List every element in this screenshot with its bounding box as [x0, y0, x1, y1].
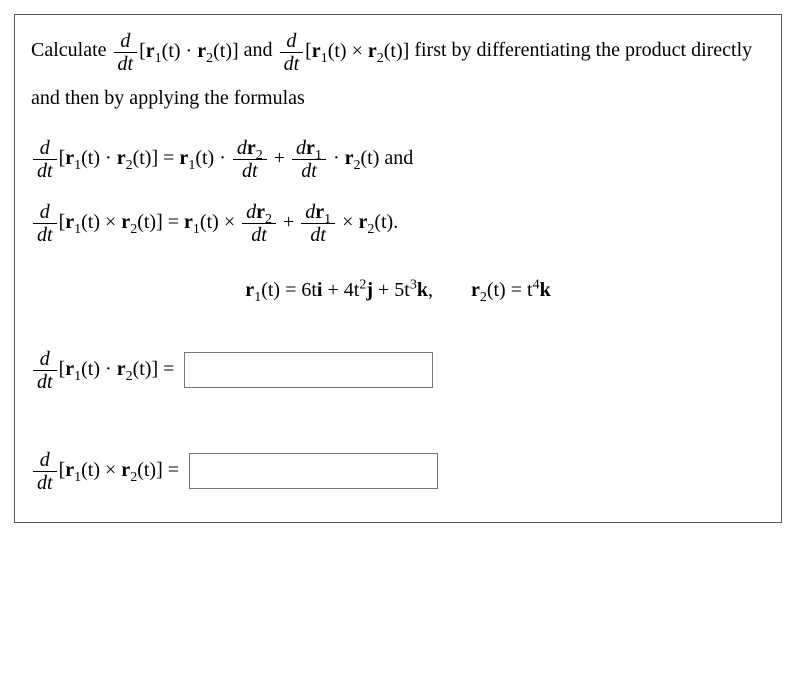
question-panel: Calculate d dt [r1(t) · r2(t)] and d dt …: [14, 14, 782, 523]
intro-paragraph: Calculate d dt [r1(t) · r2(t)] and d dt …: [31, 27, 765, 121]
and-word: and: [244, 39, 278, 61]
answer-dot-row: d dt [r1(t) · r2(t)] =: [31, 348, 765, 393]
answer-dot-input[interactable]: [184, 352, 433, 388]
given-vectors: r1(t) = 6ti + 4t2j + 5t3k, r2(t) = t4k: [31, 278, 765, 302]
dot-product-rule: d dt [r1(t) · r2(t)] = r1(t) · dr2 dt + …: [31, 131, 765, 184]
answer-dot-label: d dt [r1(t) · r2(t)] =: [31, 348, 174, 393]
dot-derivative-expr: d dt [r1(t) · r2(t)]: [112, 28, 239, 75]
answer-cross-row: d dt [r1(t) × r2(t)] =: [31, 449, 765, 494]
cross-product-rule: d dt [r1(t) × r2(t)] = r1(t) × dr2 dt + …: [31, 194, 765, 247]
answer-cross-label: d dt [r1(t) × r2(t)] =: [31, 449, 179, 494]
cross-derivative-expr: d dt [r1(t) × r2(t)]: [278, 28, 410, 75]
intro-prefix: Calculate: [31, 39, 112, 61]
answer-cross-input[interactable]: [189, 453, 438, 489]
